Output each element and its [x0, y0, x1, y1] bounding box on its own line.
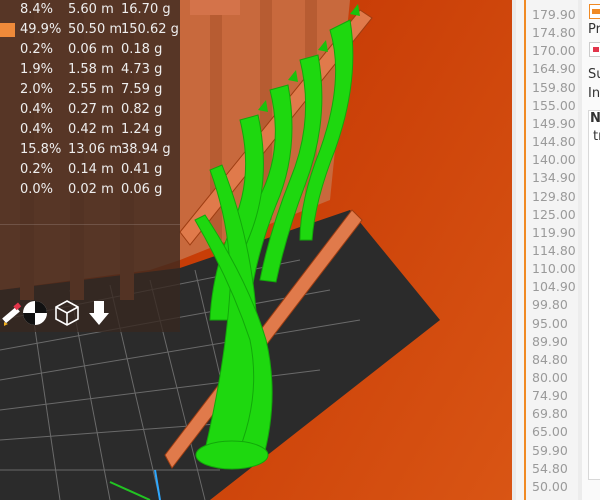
- layer-tick-label: 179.90: [532, 7, 576, 22]
- layer-ruler-track: 179.90 174.80 170.00 164.90 159.80 155.00 149.…: [516, 0, 580, 500]
- legend-length: 0.27 m: [68, 102, 114, 117]
- legend-length: 0.06 m: [68, 42, 114, 57]
- object-list[interactable]: Na tr: [588, 110, 600, 480]
- print-settings-button[interactable]: [589, 4, 600, 19]
- layer-tick-label: 65.00: [532, 424, 568, 440]
- legend-length: 0.14 m: [68, 162, 114, 177]
- legend-percent: 1.9%: [20, 62, 54, 77]
- layer-tick-label: 59.90: [532, 442, 568, 458]
- layer-tick-label: 144.80: [532, 134, 576, 150]
- layer-tick-label: 99.80: [532, 297, 568, 313]
- layer-tick-label: 74.90: [532, 388, 568, 404]
- legend-percent: 2.0%: [20, 82, 54, 97]
- print-label: Pri: [588, 22, 600, 37]
- layer-tick-label: 149.90: [532, 115, 576, 131]
- layer-tick-label: 140.00: [532, 152, 576, 168]
- layer-tick-label: 95.00: [532, 315, 568, 331]
- legend-weight: 1.24 g: [121, 122, 163, 137]
- legend-length: 50.50 m: [68, 22, 123, 37]
- layer-tick-label: 125.00: [532, 206, 576, 222]
- wireframe-cube-icon[interactable]: [52, 298, 82, 328]
- legend-toolbar: [0, 296, 180, 332]
- legend-percent: 0.4%: [20, 102, 54, 117]
- legend-weight: 7.59 g: [121, 82, 163, 97]
- legend-length: 13.06 m: [68, 142, 123, 157]
- layer-tick-label: 84.80: [532, 351, 568, 367]
- object-list-item[interactable]: tr: [593, 129, 600, 144]
- legend-percent: 8.4%: [20, 2, 54, 17]
- download-arrow-icon[interactable]: [84, 298, 114, 328]
- legend-swatch: [0, 23, 15, 37]
- layer-tick-label: 174.80: [532, 25, 576, 41]
- legend-weight: 4.73 g: [121, 62, 163, 77]
- support-label: Su: [588, 67, 600, 82]
- layer-tick-label: 54.80: [532, 460, 568, 476]
- legend-percent: 0.2%: [20, 162, 54, 177]
- layer-tick-label: 134.90: [532, 170, 576, 186]
- legend-weight: 38.94 g: [121, 142, 171, 157]
- layer-slider-rail[interactable]: [524, 0, 526, 500]
- legend-percent: 15.8%: [20, 142, 62, 157]
- object-list-header: Na: [590, 111, 600, 126]
- center-of-gravity-icon[interactable]: [20, 298, 50, 328]
- layer-tick-label: 119.90: [532, 224, 576, 240]
- layer-tick-label: 89.90: [532, 333, 568, 349]
- layer-tick-label: 110.00: [532, 261, 576, 277]
- layer-tick-label: 114.80: [532, 242, 576, 258]
- legend-panel: 8.4% 5.60 m 16.70 g 49.9% 50.50 m 150.62 g 0.2…: [0, 0, 180, 332]
- layer-tick-label: 170.00: [532, 43, 576, 59]
- legend-percent: 0.0%: [20, 182, 54, 197]
- layer-height-slider[interactable]: 179.90 174.80 170.00 164.90 159.80 155.00 149.…: [512, 0, 584, 500]
- layer-tick-label: 104.90: [532, 279, 576, 295]
- legend-weight: 0.06 g: [121, 182, 163, 197]
- sidebar-panel: Pri Su Inf Na tr: [578, 0, 600, 500]
- legend-percent: 0.4%: [20, 122, 54, 137]
- legend-weight: 150.62 g: [121, 22, 179, 37]
- printer-settings-button[interactable]: [589, 42, 600, 57]
- legend-length: 1.58 m: [68, 62, 114, 77]
- legend-length: 0.42 m: [68, 122, 114, 137]
- legend-divider: [0, 224, 180, 225]
- legend-length: 5.60 m: [68, 2, 114, 17]
- 3d-viewport[interactable]: 8.4% 5.60 m 16.70 g 49.9% 50.50 m 150.62 g 0.2…: [0, 0, 512, 500]
- layer-tick-label: 50.00: [532, 478, 568, 494]
- legend-length: 2.55 m: [68, 82, 114, 97]
- layer-tick-label: 69.80: [532, 406, 568, 422]
- legend-length: 0.02 m: [68, 182, 114, 197]
- layer-tick-label: 80.00: [532, 370, 568, 385]
- info-label: Inf: [588, 86, 600, 101]
- legend-weight: 0.41 g: [121, 162, 163, 177]
- layer-tick-label: 129.80: [532, 188, 576, 204]
- legend-percent: 0.2%: [20, 42, 54, 57]
- layer-tick-label: 159.80: [532, 79, 576, 95]
- legend-percent: 49.9%: [20, 22, 62, 37]
- legend-weight: 0.82 g: [121, 102, 163, 117]
- layer-tick-label: 164.90: [532, 61, 576, 77]
- legend-weight: 16.70 g: [121, 2, 171, 17]
- legend-weight: 0.18 g: [121, 42, 163, 57]
- layer-tick-label: 155.00: [532, 97, 576, 113]
